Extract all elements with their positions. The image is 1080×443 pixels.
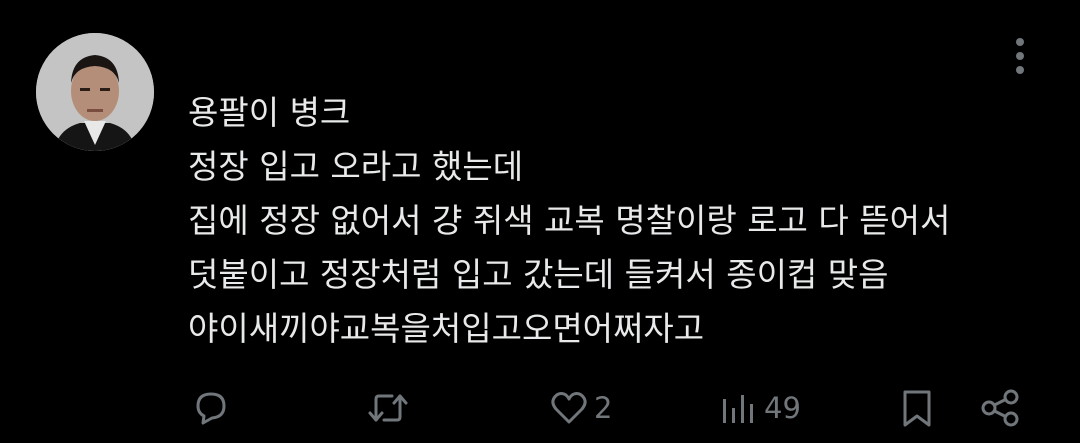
repost-icon: [368, 394, 408, 422]
post-line: 덧붙이고 정장처럼 입고 갔는데 들켜서 종이컵 맞음: [188, 255, 889, 294]
reply-button[interactable]: [190, 380, 236, 436]
share-button[interactable]: [978, 380, 1022, 436]
bookmark-button[interactable]: [896, 380, 938, 436]
more-icon: [1016, 38, 1024, 74]
views-count: 49: [764, 391, 801, 425]
more-options-button[interactable]: [1004, 36, 1036, 80]
post-line: 집에 정장 없어서 걍 쥐색 교복 명찰이랑 로고 다 뜯어서: [188, 201, 951, 240]
avatar-photo: [36, 33, 154, 151]
bookmark-icon: [903, 390, 931, 427]
post-line: 야이새끼야교복을처입고오면어쩌자고: [188, 309, 705, 348]
reply-icon: [196, 392, 226, 425]
views-button[interactable]: 49: [718, 380, 801, 436]
avatar[interactable]: [36, 33, 154, 151]
post-title: 용팔이 병크: [188, 93, 351, 132]
like-count: 2: [594, 391, 613, 425]
like-button[interactable]: 2: [548, 380, 612, 436]
views-icon: [723, 395, 753, 423]
repost-button[interactable]: [364, 380, 416, 436]
post-line: 정장 입고 오라고 했는데: [188, 147, 524, 186]
share-icon: [981, 389, 1019, 427]
post-text: 용팔이 병크 정장 입고 오라고 했는데 집에 정장 없어서 걍 쥐색 교복 명…: [188, 86, 1048, 356]
heart-icon: [551, 392, 587, 424]
action-bar: 2 49: [0, 380, 1080, 436]
